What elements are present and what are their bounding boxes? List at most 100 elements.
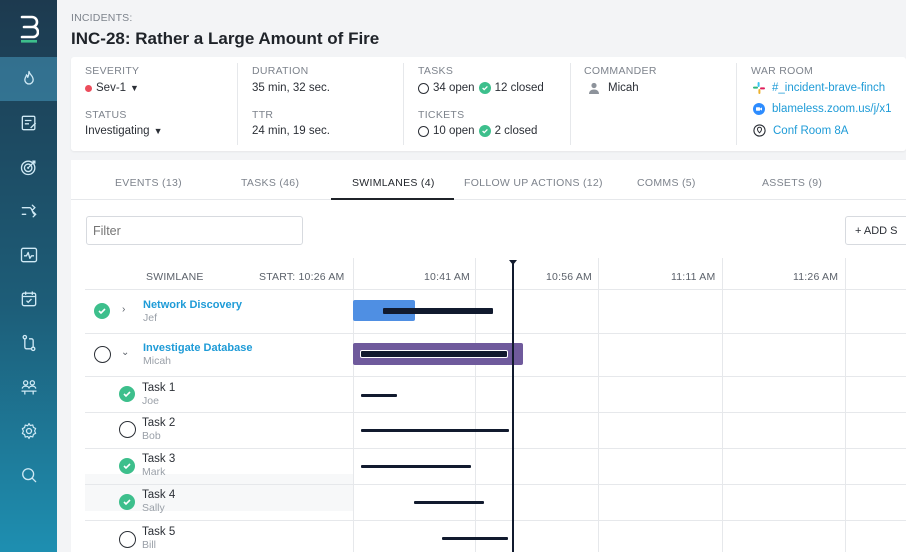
task-complete-check-icon[interactable] <box>119 386 135 402</box>
tab-tasks[interactable]: TASKS (46) <box>241 177 299 189</box>
lane-name[interactable]: Investigate Database <box>143 342 252 354</box>
grid-line <box>845 258 846 552</box>
check-circle-icon <box>478 82 491 94</box>
nav-notes[interactable] <box>0 101 57 145</box>
lane-owner: Jef <box>143 312 158 324</box>
time-tick: 11:26 AM <box>793 271 839 283</box>
tab-comms[interactable]: COMMS (5) <box>637 177 696 189</box>
team-icon <box>21 380 36 395</box>
nav-integrations[interactable] <box>0 321 57 365</box>
task-name[interactable]: Task 1 <box>142 382 175 394</box>
task-bar[interactable] <box>361 429 509 432</box>
tasks-summary[interactable]: 34 open 12 closed <box>418 82 544 94</box>
task-bar[interactable] <box>361 465 471 468</box>
tab-events[interactable]: EVENTS (13) <box>115 177 182 189</box>
status-dropdown[interactable]: Investigating ▼ <box>85 125 163 137</box>
task-name[interactable]: Task 4 <box>142 489 175 501</box>
zoom-url: blameless.zoom.us/j/x1 <box>772 103 892 115</box>
divider <box>403 63 404 145</box>
severity-dropdown[interactable]: Sev-1 ▼ <box>85 82 139 94</box>
severity-dot <box>85 84 92 92</box>
task-complete-check-icon[interactable] <box>119 458 135 474</box>
nav-incidents[interactable] <box>0 57 57 101</box>
commander-label: COMMANDER <box>584 65 657 77</box>
nav-settings[interactable] <box>0 409 57 453</box>
row-divider <box>85 520 906 521</box>
task-bar[interactable] <box>414 501 484 504</box>
incident-tabs: EVENTS (13) TASKS (46) SWIMLANES (4) FOL… <box>71 160 906 200</box>
duration-value: 35 min, 32 sec. <box>252 82 330 94</box>
nav-goals[interactable] <box>0 145 57 189</box>
add-swimlane-button[interactable]: + ADD S <box>845 216 906 245</box>
tickets-summary[interactable]: 10 open 2 closed <box>418 125 537 137</box>
task-owner: Bob <box>142 430 161 442</box>
location-pin-icon <box>753 124 766 137</box>
notes-icon <box>21 115 36 131</box>
open-circle-icon <box>418 82 429 94</box>
grid-line <box>475 258 476 552</box>
divider <box>570 63 571 145</box>
lane-complete-check-icon[interactable] <box>94 303 110 319</box>
lane-name[interactable]: Network Discovery <box>143 299 242 311</box>
task-open-circle-icon[interactable] <box>119 421 136 438</box>
commander-name: Micah <box>608 82 639 94</box>
commander-value[interactable]: Micah <box>588 82 639 94</box>
task-bar[interactable] <box>442 537 508 540</box>
grid-line <box>598 258 599 552</box>
duration-label: DURATION <box>252 65 309 77</box>
fire-icon <box>23 70 34 85</box>
time-tick: 11:11 AM <box>671 271 716 283</box>
incident-summary-card: SEVERITY Sev-1 ▼ STATUS Investigating ▼ … <box>71 57 906 151</box>
tab-follow-up-actions[interactable]: FOLLOW UP ACTIONS (12) <box>464 177 603 189</box>
task-name[interactable]: Task 2 <box>142 417 175 429</box>
tasks-closed: 12 closed <box>494 82 544 94</box>
tab-swimlanes[interactable]: SWIMLANES (4) <box>352 177 435 189</box>
chevron-down-icon[interactable]: ⌄ <box>121 347 129 358</box>
task-name[interactable]: Task 5 <box>142 526 175 538</box>
shuffle-icon <box>21 204 37 218</box>
grid-line <box>722 258 723 552</box>
row-divider <box>85 412 906 413</box>
task-name[interactable]: Task 3 <box>142 453 175 465</box>
breadcrumb[interactable]: INCIDENTS: <box>71 12 133 24</box>
task-bar[interactable] <box>361 394 397 397</box>
zoom-link[interactable]: blameless.zoom.us/j/x1 <box>753 103 892 115</box>
blameless-logo[interactable] <box>0 0 57 57</box>
task-owner: Bill <box>142 539 157 551</box>
conference-room-link[interactable]: Conf Room 8A <box>753 124 848 137</box>
status-label: STATUS <box>85 109 127 121</box>
lane-owner: Micah <box>143 355 172 367</box>
start-time-header: START: 10:26 AM <box>259 271 345 283</box>
slack-channel: #_incident-brave-finch <box>772 82 886 94</box>
current-time-marker <box>512 262 514 552</box>
status-value: Investigating <box>85 125 150 137</box>
row-divider <box>85 333 906 334</box>
ttr-label: TTR <box>252 109 274 121</box>
nav-teams[interactable] <box>0 365 57 409</box>
severity-value: Sev-1 <box>96 82 127 94</box>
task-open-circle-icon[interactable] <box>119 531 136 548</box>
task-complete-check-icon[interactable] <box>119 494 135 510</box>
git-branch-icon <box>22 334 36 352</box>
nav-monitoring[interactable] <box>0 233 57 277</box>
time-tick: 10:56 AM <box>546 271 592 283</box>
nav-search[interactable] <box>0 453 57 497</box>
slack-icon <box>753 82 765 94</box>
tickets-open: 10 open <box>433 125 475 137</box>
lane-open-circle-icon[interactable] <box>94 346 111 363</box>
task-owner: Joe <box>142 395 159 407</box>
swimlanes-panel: EVENTS (13) TASKS (46) SWIMLANES (4) FOL… <box>71 160 906 552</box>
nav-followups[interactable] <box>0 277 57 321</box>
tab-assets[interactable]: ASSETS (9) <box>762 177 822 189</box>
filter-input[interactable] <box>86 216 303 245</box>
lane-progress-bar <box>360 350 508 358</box>
divider <box>237 63 238 145</box>
check-circle-icon <box>478 125 491 137</box>
row-divider <box>85 484 906 485</box>
lane-progress-bar <box>383 308 493 314</box>
chevron-right-icon[interactable]: › <box>122 304 125 315</box>
sidebar-nav <box>0 0 57 552</box>
ttr-value: 24 min, 19 sec. <box>252 125 330 137</box>
slack-channel-link[interactable]: #_incident-brave-finch <box>753 82 885 94</box>
nav-workflows[interactable] <box>0 189 57 233</box>
